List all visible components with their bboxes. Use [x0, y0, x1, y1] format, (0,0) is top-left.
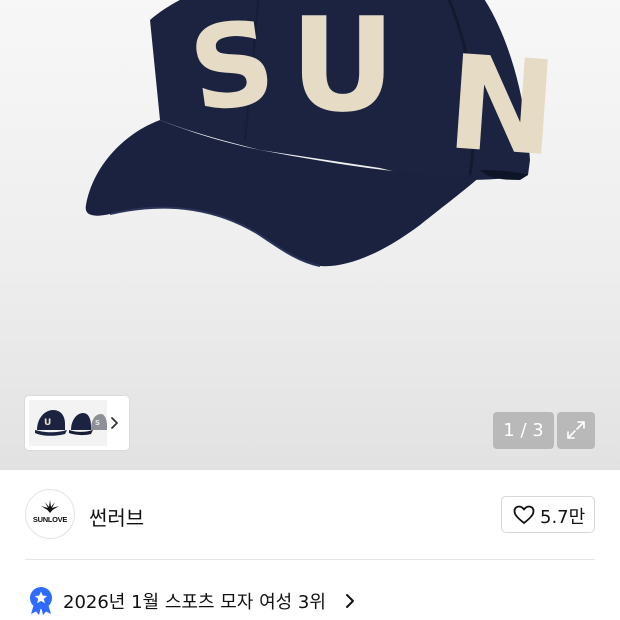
brand-name[interactable]: 썬러브	[89, 502, 144, 531]
thumbnail-strip[interactable]: U S	[25, 396, 129, 450]
brand-logo[interactable]: SUNLOVE	[25, 489, 75, 539]
product-page: S U N U S 1 / 3 SUNLOVE 썬러브 5.7만 2026년 1…	[0, 0, 620, 620]
ranking-row[interactable]: 2026년 1월 스포츠 모자 여성 3위	[25, 582, 595, 620]
svg-text:N: N	[442, 26, 561, 185]
svg-text:U: U	[44, 418, 51, 428]
star-medal-icon	[30, 587, 52, 615]
like-button[interactable]: 5.7만	[501, 496, 595, 533]
chevron-right-icon	[346, 594, 354, 608]
like-count: 5.7만	[540, 507, 586, 528]
product-image-area[interactable]: S U N U S 1 / 3	[0, 0, 620, 470]
brand-logo-text: SUNLOVE	[32, 515, 68, 524]
svg-text:S: S	[182, 0, 283, 139]
brand-row: SUNLOVE 썬러브 5.7만	[0, 470, 620, 560]
image-counter: 1 / 3	[493, 412, 554, 449]
sunburst-icon	[41, 500, 59, 513]
divider	[25, 559, 595, 560]
thumbnail-images[interactable]: U S	[29, 400, 107, 446]
expand-image-button[interactable]	[557, 412, 595, 449]
ranking-text: 2026년 1월 스포츠 모자 여성 3위	[63, 592, 326, 613]
chevron-right-icon[interactable]	[105, 410, 125, 436]
svg-text:S: S	[95, 419, 100, 427]
heart-outline-icon	[513, 505, 535, 524]
expand-icon	[567, 421, 585, 439]
svg-text:U: U	[290, 0, 396, 141]
